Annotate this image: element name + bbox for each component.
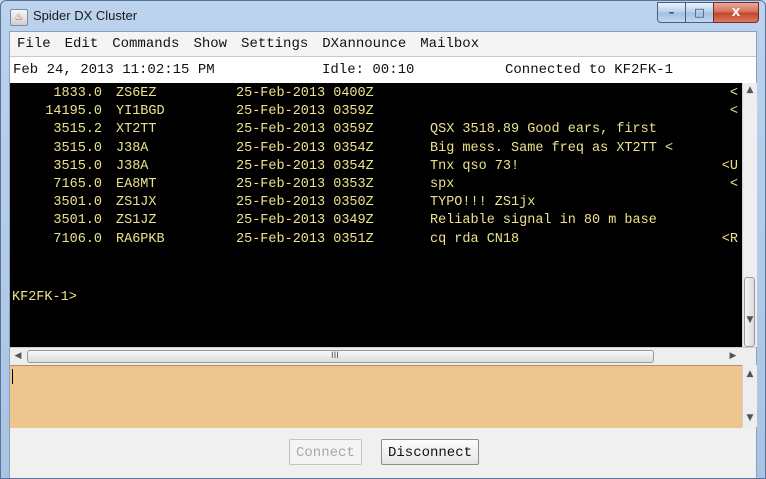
connect-button[interactable]: Connect <box>289 439 362 465</box>
spot-frequency: 3515.0 <box>53 158 102 174</box>
menu-dxannounce[interactable]: DXannounce <box>315 36 413 52</box>
spot-callsign: RA6PKB <box>116 231 165 247</box>
scroll-left-icon[interactable]: ◀ <box>10 348 26 365</box>
menu-settings[interactable]: Settings <box>234 36 315 52</box>
maximize-button[interactable]: □ <box>685 2 713 23</box>
input-scroll-up-icon[interactable]: ▲ <box>743 367 757 381</box>
app-window: ♨ Spider DX Cluster – □ X File Edit Comm… <box>0 0 766 479</box>
spot-comment: Big mess. Same freq as XT2TT < <box>430 140 674 156</box>
spot-time: 25-Feb-2013 0350Z <box>236 195 374 211</box>
spot-time: 25-Feb-2013 0349Z <box>236 213 374 229</box>
spot-frequency: 7106.0 <box>53 231 102 247</box>
spot-time: 25-Feb-2013 0354Z <box>236 140 374 156</box>
command-input[interactable] <box>10 365 742 428</box>
spot-callsign: EA8MT <box>116 177 157 192</box>
spot-row: 3515.0 J38A 25-Feb-2013 0354Z Tnx qso 73! <U <box>10 159 740 177</box>
spot-row: 14195.0 YI1BGD 25-Feb-2013 0359Z < <box>10 104 740 122</box>
spot-time: 25-Feb-2013 0359Z <box>236 122 374 138</box>
spot-callsign: XT2TT <box>116 122 157 138</box>
close-button[interactable]: X <box>713 2 759 23</box>
minimize-button[interactable]: – <box>657 2 685 23</box>
caption-buttons: – □ X <box>657 2 759 23</box>
spot-row: 1833.0 ZS6EZ 25-Feb-2013 0400Z < <box>10 86 740 104</box>
output-horizontal-scrollbar[interactable]: ◀ III ▶ <box>10 347 756 365</box>
window-title: Spider DX Cluster <box>33 8 138 23</box>
scroll-right-icon[interactable]: ▶ <box>725 348 741 365</box>
client-area: File Edit Commands Show Settings DXannou… <box>9 31 757 478</box>
spot-row: 3515.0 J38A 25-Feb-2013 0354Z Big mess. Sam… <box>10 141 740 159</box>
spot-row: 3515.2 XT2TT 25-Feb-2013 0359Z QSX 3518.89 … <box>10 122 740 140</box>
spot-comment: spx <box>430 177 455 192</box>
menu-file[interactable]: File <box>10 36 58 52</box>
title-bar[interactable]: ♨ Spider DX Cluster – □ X <box>1 1 765 31</box>
spot-frequency: 3501.0 <box>53 213 102 229</box>
spot-callsign: YI1BGD <box>116 104 165 120</box>
disconnect-button[interactable]: Disconnect <box>381 439 480 465</box>
command-prompt: KF2FK-1> <box>12 290 77 305</box>
spot-callsign: ZS6EZ <box>116 86 157 101</box>
spot-time: 25-Feb-2013 0351Z <box>236 231 374 247</box>
text-caret <box>12 369 13 384</box>
app-icon[interactable]: ♨ <box>10 9 28 26</box>
spot-comment: cq rda CN18 <box>430 231 520 247</box>
output-vertical-scrollbar[interactable]: ▲ ▼ <box>742 83 757 347</box>
spot-row: 3501.0 ZS1JX 25-Feb-2013 0350Z TYPO!!! ZS1j… <box>10 195 740 213</box>
vertical-scroll-thumb[interactable] <box>744 277 755 347</box>
spot-spotter: < <box>729 177 738 192</box>
horizontal-scroll-thumb[interactable]: III <box>27 350 654 363</box>
status-bar: Feb 24, 2013 11:02:15 PM Idle: 00:10 Con… <box>10 56 756 84</box>
spot-spotter: < <box>729 86 738 101</box>
spot-spotter: <R <box>721 231 738 247</box>
spot-spotter: < <box>729 104 738 120</box>
spot-comment: Reliable signal in 80 m base <box>430 213 657 229</box>
status-datetime: Feb 24, 2013 11:02:15 PM <box>13 62 215 78</box>
status-idle: Idle: 00:10 <box>322 62 415 78</box>
spot-frequency: 3515.0 <box>53 140 102 156</box>
scroll-down-icon[interactable]: ▼ <box>743 313 757 327</box>
spot-callsign: ZS1JX <box>116 195 157 211</box>
menu-commands[interactable]: Commands <box>105 36 186 52</box>
spot-callsign: J38A <box>116 158 149 174</box>
input-vertical-scrollbar[interactable]: ▲ ▼ <box>742 365 757 427</box>
spot-comment: TYPO!!! ZS1jx <box>430 195 536 211</box>
spot-row: 3501.0 ZS1JZ 25-Feb-2013 0349Z Reliable sig… <box>10 213 740 231</box>
status-connection: Connected to KF2FK-1 <box>505 62 674 78</box>
scroll-grip-icon: III <box>331 351 339 361</box>
scroll-up-icon[interactable]: ▲ <box>743 83 757 97</box>
spot-time: 25-Feb-2013 0400Z <box>236 86 374 101</box>
spot-comment: QSX 3518.89 Good ears, first <box>430 122 657 138</box>
spot-spotter: <U <box>721 158 738 174</box>
spot-time: 25-Feb-2013 0353Z <box>236 177 374 192</box>
menu-mailbox[interactable]: Mailbox <box>413 36 486 52</box>
menu-edit[interactable]: Edit <box>58 36 106 52</box>
cluster-output[interactable]: KF2FK-1> 1833.0 ZS6EZ 25-Feb-2013 0400Z <14… <box>10 83 742 347</box>
menu-show[interactable]: Show <box>186 36 234 52</box>
spot-callsign: ZS1JZ <box>116 213 157 229</box>
menu-bar: File Edit Commands Show Settings DXannou… <box>10 32 756 56</box>
spot-row: 7106.0 RA6PKB 25-Feb-2013 0351Z cq rda CN18… <box>10 232 740 250</box>
spot-frequency: 1833.0 <box>53 86 102 101</box>
spot-frequency: 14195.0 <box>45 104 102 120</box>
spot-comment: Tnx qso 73! <box>430 158 520 174</box>
input-scroll-down-icon[interactable]: ▼ <box>743 411 757 425</box>
spot-time: 25-Feb-2013 0359Z <box>236 104 374 120</box>
spot-row: 7165.0 EA8MT 25-Feb-2013 0353Z spx < <box>10 177 740 195</box>
spot-time: 25-Feb-2013 0354Z <box>236 158 374 174</box>
spot-frequency: 3501.0 <box>53 195 102 211</box>
spot-callsign: J38A <box>116 140 149 156</box>
spot-frequency: 3515.2 <box>53 122 102 138</box>
spot-frequency: 7165.0 <box>53 177 102 192</box>
button-row: Connect Disconnect <box>10 428 756 478</box>
